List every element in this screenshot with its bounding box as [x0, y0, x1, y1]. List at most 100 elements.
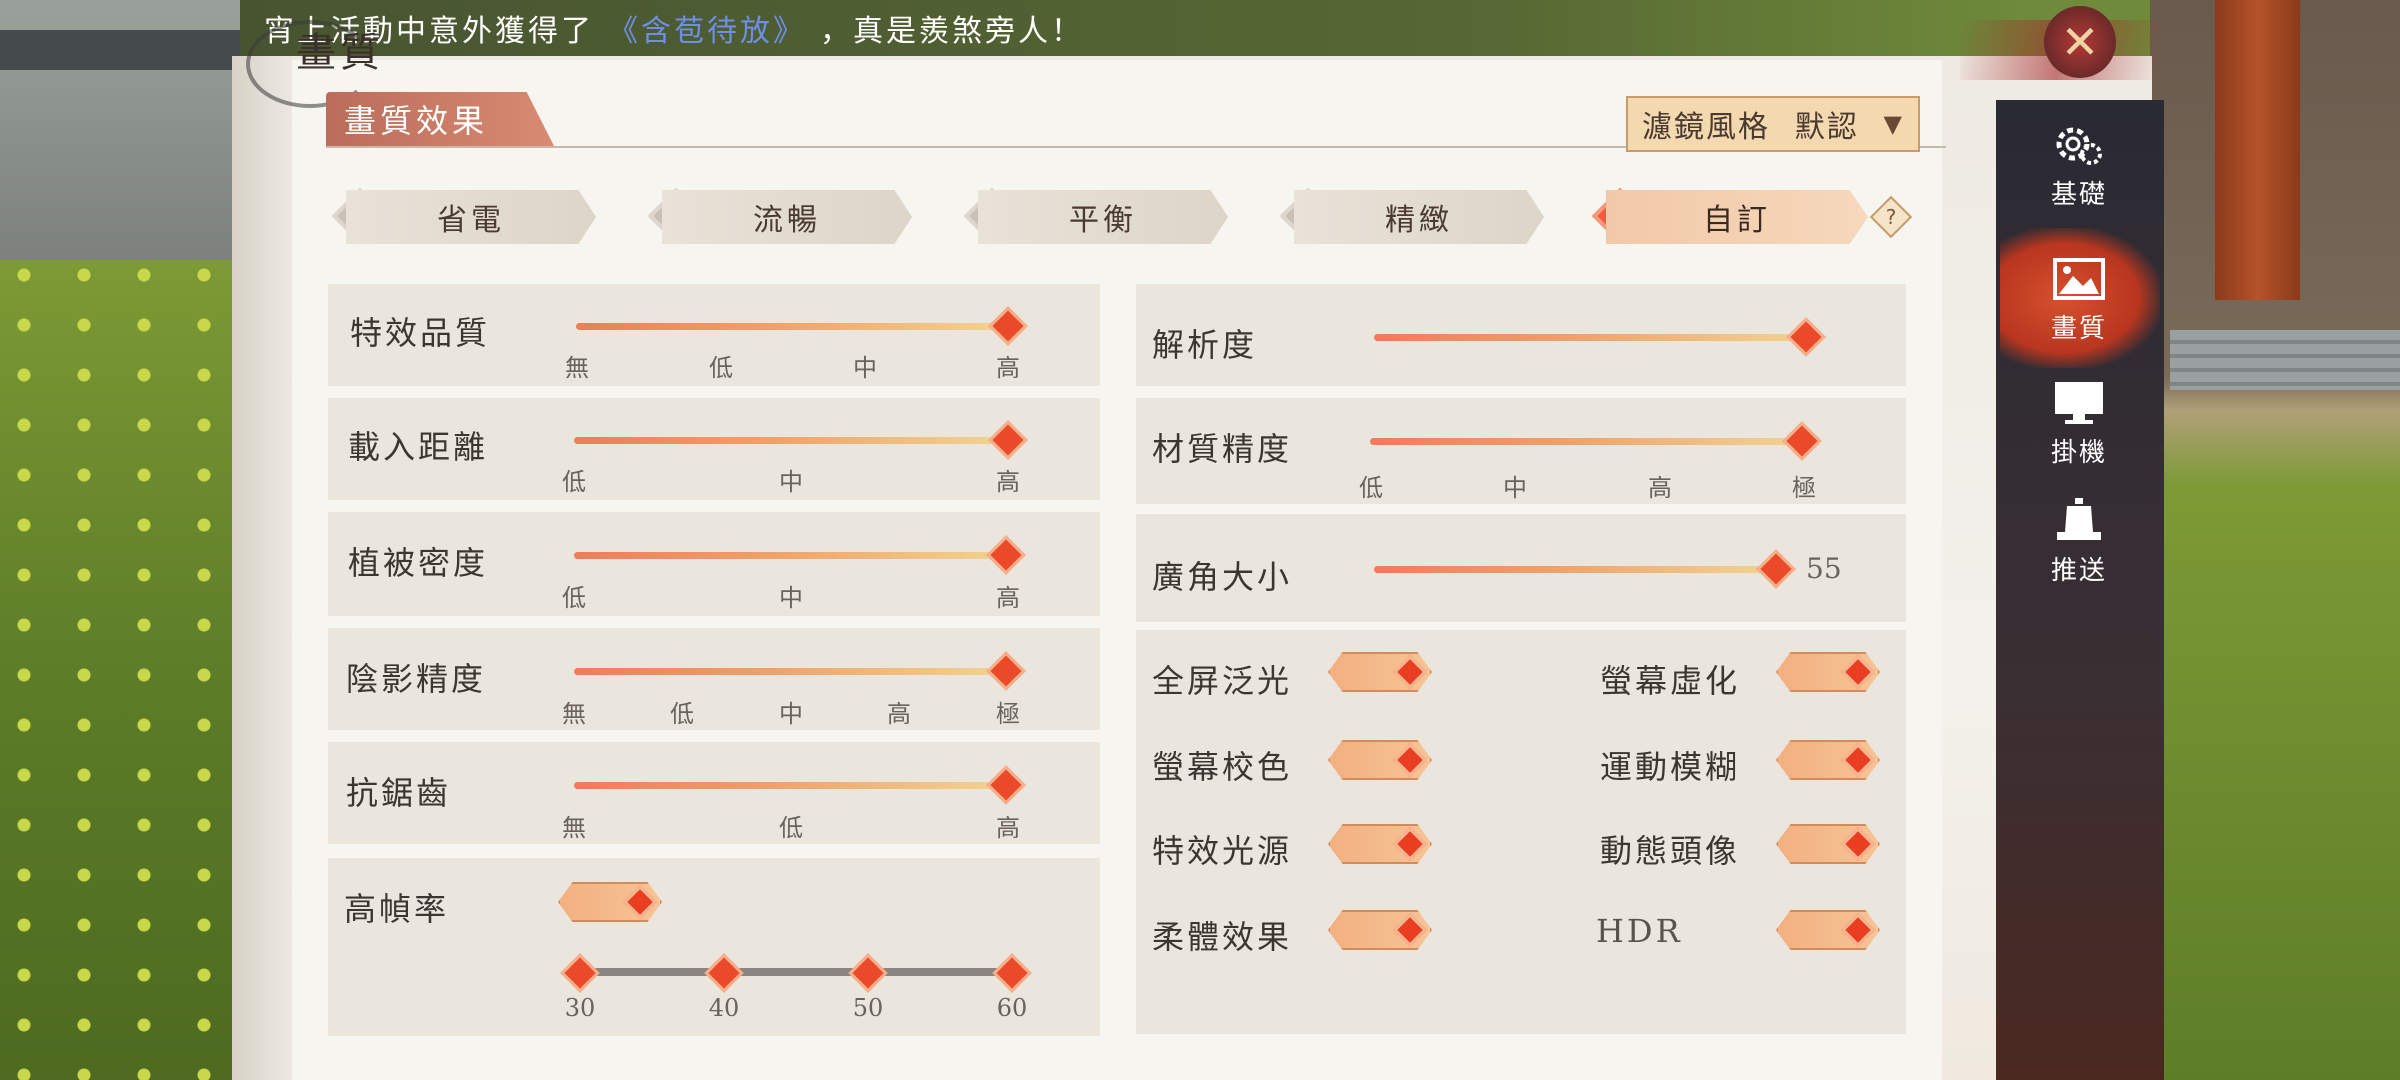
slider-tick: 高	[996, 354, 1020, 382]
fps-tick: 50	[852, 994, 884, 1022]
slider-tick: 中	[779, 700, 803, 728]
marquee-suffix: ，真是羨煞旁人！	[820, 14, 1084, 49]
effect-light-toggle[interactable]	[1328, 824, 1432, 864]
filter-value: 默認	[1794, 110, 1859, 145]
toggle-knob	[1841, 655, 1875, 689]
dynamic-avatar-toggle[interactable]	[1776, 824, 1880, 864]
setting-label: 植被密度	[348, 544, 489, 582]
slider-tick: 低	[562, 584, 586, 612]
tab-graphics-effects[interactable]: 畫質效果	[326, 92, 554, 146]
sidebar-item-afk[interactable]: 掛機	[2004, 380, 2154, 469]
resolution-slider[interactable]	[1374, 334, 1810, 341]
hdr-toggle[interactable]	[1776, 910, 1880, 950]
fps-tick: 60	[996, 994, 1028, 1022]
fps-slider[interactable]	[580, 968, 1012, 976]
slider-tick: 高	[996, 814, 1020, 842]
preset-custom[interactable]: 自訂	[1606, 190, 1868, 244]
setting-label: 載入距離	[348, 428, 489, 466]
red-pillar	[2215, 0, 2300, 300]
gear-icon	[2056, 127, 2102, 165]
slider-tick: 中	[853, 354, 877, 382]
slider-tick: 低	[670, 700, 694, 728]
setting-label: 抗鋸齒	[346, 774, 452, 812]
screen-blur-toggle[interactable]	[1776, 652, 1880, 692]
slider-tick: 低	[562, 468, 586, 496]
setting-label: 高幀率	[344, 890, 450, 928]
stone-stairs	[2170, 330, 2400, 390]
slider-tick: 無	[562, 700, 586, 728]
chevron-down-icon: ▼	[1883, 110, 1904, 138]
toggle-label: 柔體效果	[1152, 918, 1293, 956]
vegetation-density-slider[interactable]	[574, 552, 1006, 559]
shadow-precision-slider[interactable]	[574, 668, 1006, 675]
sidebar-item-label: 畫質	[2050, 314, 2107, 344]
slider-tick: 高	[996, 584, 1020, 612]
effects-quality-slider[interactable]	[576, 323, 1006, 330]
toggle-knob	[1393, 827, 1427, 861]
page-title: 畫質	[296, 30, 384, 76]
toggle-label: 全屏泛光	[1152, 662, 1293, 700]
anti-aliasing-slider[interactable]	[574, 782, 1006, 789]
setting-label: 陰影精度	[346, 660, 487, 698]
filter-style-dropdown[interactable]: 濾鏡風格 默認 ▼	[1626, 96, 1920, 152]
slider-tick: 中	[1503, 474, 1527, 502]
slider-tick: 無	[565, 354, 589, 382]
slider-tick: 極	[1792, 474, 1816, 502]
toggle-label: 螢幕虛化	[1600, 662, 1741, 700]
slider-tick: 低	[1359, 474, 1383, 502]
slider-tick: 低	[709, 354, 733, 382]
fov-value: 55	[1806, 552, 1842, 585]
sidebar-item-basic[interactable]: 基礎	[2004, 122, 2154, 211]
slider-tick: 高	[1648, 474, 1672, 502]
announcement-marquee: 宵上活動中意外獲得了 《含苞待放》 ，真是羨煞旁人！	[240, 0, 2024, 56]
monitor-icon	[2055, 382, 2103, 424]
sidebar-item-label: 掛機	[2050, 438, 2107, 468]
slider-tick: 中	[779, 468, 803, 496]
slider-tick: 高	[996, 468, 1020, 496]
load-distance-slider[interactable]	[574, 437, 1006, 444]
preset-smooth[interactable]: 流暢	[662, 190, 912, 244]
high-fps-toggle[interactable]	[558, 882, 662, 922]
slider-tick: 無	[562, 814, 586, 842]
slider-tick: 極	[996, 700, 1020, 728]
setting-label: 材質精度	[1152, 430, 1293, 468]
bell-icon	[2057, 498, 2101, 540]
toggle-label: 動態頭像	[1600, 832, 1741, 870]
preset-balanced[interactable]: 平衡	[978, 190, 1228, 244]
preset-fine[interactable]: 精緻	[1294, 190, 1544, 244]
setting-label: 解析度	[1152, 326, 1258, 364]
toggle-label: 螢幕校色	[1152, 748, 1293, 786]
sidebar-item-label: 推送	[2050, 556, 2107, 586]
motion-blur-toggle[interactable]	[1776, 740, 1880, 780]
toggle-label: 運動模糊	[1600, 748, 1741, 786]
toggle-label: HDR	[1596, 912, 1683, 950]
fullscreen-bloom-toggle[interactable]	[1328, 652, 1432, 692]
color-correction-toggle[interactable]	[1328, 740, 1432, 780]
filter-label: 濾鏡風格	[1642, 110, 1770, 145]
wall-roof	[0, 30, 240, 70]
preset-power-saving[interactable]: 省電	[346, 190, 596, 244]
toggle-knob	[1841, 827, 1875, 861]
sidebar-item-label: 基礎	[2050, 180, 2107, 210]
fps-tick: 30	[564, 994, 596, 1022]
toggle-knob	[1393, 655, 1427, 689]
panel-frame	[232, 56, 292, 1080]
setting-label: 特效品質	[350, 314, 491, 352]
slider-tick: 高	[887, 700, 911, 728]
sidebar-item-push[interactable]: 推送	[2004, 498, 2154, 587]
marquee-item: 《含苞待放》	[608, 14, 806, 49]
slider-tick: 低	[779, 814, 803, 842]
toggle-knob	[1393, 913, 1427, 947]
image-icon	[2053, 258, 2105, 300]
texture-precision-slider[interactable]	[1370, 438, 1802, 445]
soft-body-toggle[interactable]	[1328, 910, 1432, 950]
toggle-knob	[623, 885, 657, 919]
close-button[interactable]: ✕	[2044, 6, 2116, 78]
toggle-label: 特效光源	[1152, 832, 1293, 870]
fps-tick: 40	[708, 994, 740, 1022]
toggle-knob	[1841, 743, 1875, 777]
sidebar-item-graphics[interactable]: 畫質	[2004, 256, 2154, 345]
setting-label: 廣角大小	[1152, 558, 1293, 596]
fov-slider[interactable]	[1374, 566, 1774, 573]
toggle-knob	[1841, 913, 1875, 947]
